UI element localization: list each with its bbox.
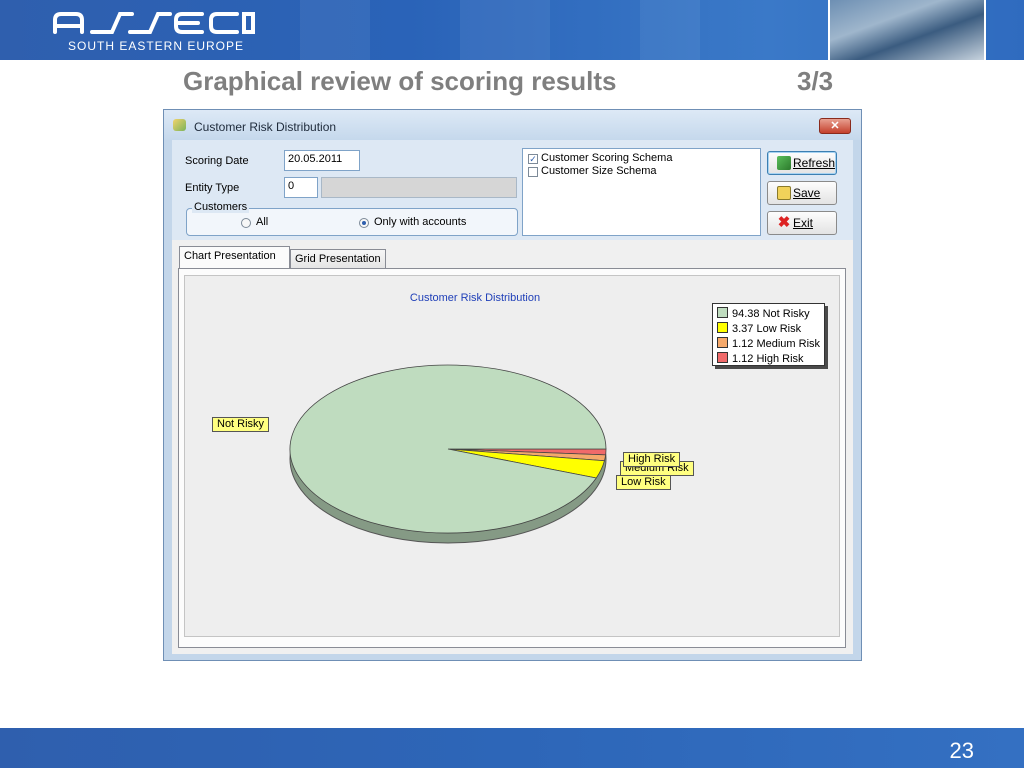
legend-swatch [717, 337, 728, 348]
legend-item: 3.37 Low Risk [717, 322, 801, 335]
customer-risk-window: Customer Risk Distribution ✕ Scoring Dat… [163, 109, 862, 661]
tab-chart-presentation[interactable]: Chart Presentation [179, 246, 290, 269]
slide-title: Graphical review of scoring results [183, 66, 617, 96]
save-label: Save [793, 186, 821, 200]
scoring-date-label: Scoring Date [185, 155, 249, 167]
callout-low-risk: Low Risk [616, 475, 671, 490]
exit-button[interactable]: ✖ Exit [767, 211, 837, 235]
save-button[interactable]: Save [767, 181, 837, 205]
callout-not-risky: Not Risky [212, 417, 270, 432]
tab-grid-presentation[interactable]: Grid Presentation [290, 249, 386, 269]
window-titlebar[interactable]: Customer Risk Distribution ✕ [164, 110, 861, 140]
header-photo [828, 0, 986, 60]
callout-high-risk: High Risk [623, 452, 681, 467]
entity-type-code-field[interactable]: 0 [284, 177, 318, 198]
schema-label-size[interactable]: Customer Size Schema [541, 165, 657, 177]
scoring-date-field[interactable]: 20.05.2011 [284, 150, 360, 171]
radio-all[interactable] [241, 218, 251, 228]
legend-item: 1.12 Medium Risk [717, 337, 820, 350]
legend-label: 94.38 Not Risky [732, 308, 810, 320]
page-number: 23 [949, 738, 974, 763]
header-band: SOUTH EASTERN EUROPE [0, 0, 1024, 60]
pie-slice-not-risky [289, 364, 607, 534]
header-decor [300, 0, 370, 60]
legend-label: 1.12 High Risk [732, 353, 804, 365]
refresh-button[interactable]: Refresh [767, 151, 837, 175]
chart-legend: 94.38 Not Risky 3.37 Low Risk 1.12 Mediu… [712, 303, 825, 366]
legend-label: 1.12 Medium Risk [732, 338, 821, 350]
chart-area: Customer Risk Distribution 94.38 Not Ris… [184, 275, 840, 637]
header-decor [460, 0, 550, 60]
window-content: Scoring Date 20.05.2011 Entity Type 0 Al… [172, 140, 853, 654]
save-icon [777, 186, 791, 200]
schema-checklist: ✓ Customer Scoring Schema Customer Size … [522, 148, 761, 236]
legend-swatch [717, 322, 728, 333]
app-icon [173, 119, 186, 131]
legend-item: 94.38 Not Risky [717, 307, 810, 320]
exit-icon: ✖ [777, 214, 791, 231]
radio-only-with-accounts-label[interactable]: Only with accounts [374, 216, 466, 228]
logo-subtitle: SOUTH EASTERN EUROPE [68, 39, 245, 53]
asseco-logo [53, 12, 255, 34]
entity-type-name-field [321, 177, 517, 198]
entity-type-label: Entity Type [185, 182, 240, 194]
filter-panel: Scoring Date 20.05.2011 Entity Type 0 Al… [172, 140, 853, 240]
refresh-label: Refresh [793, 156, 836, 170]
schema-checkbox-scoring[interactable]: ✓ [528, 154, 538, 164]
legend-label: 3.37 Low Risk [732, 323, 802, 335]
schema-checkbox-size[interactable] [528, 167, 538, 177]
customers-group-label: Customers [192, 201, 250, 213]
window-title: Customer Risk Distribution [194, 120, 337, 134]
chart-tab-page: Customer Risk Distribution 94.38 Not Ris… [178, 268, 846, 648]
schema-label-scoring[interactable]: Customer Scoring Schema [541, 152, 672, 164]
close-button[interactable]: ✕ [819, 118, 851, 134]
header-decor [640, 0, 700, 60]
legend-swatch [717, 307, 728, 318]
slide-part-number: 3/3 [797, 66, 834, 96]
legend-swatch [717, 352, 728, 363]
refresh-icon [777, 156, 791, 170]
radio-only-with-accounts[interactable] [359, 218, 369, 228]
legend-item: 1.12 High Risk [717, 352, 804, 365]
footer-band [0, 728, 1024, 768]
radio-all-label[interactable]: All [256, 216, 268, 228]
exit-label: Exit [793, 216, 814, 230]
